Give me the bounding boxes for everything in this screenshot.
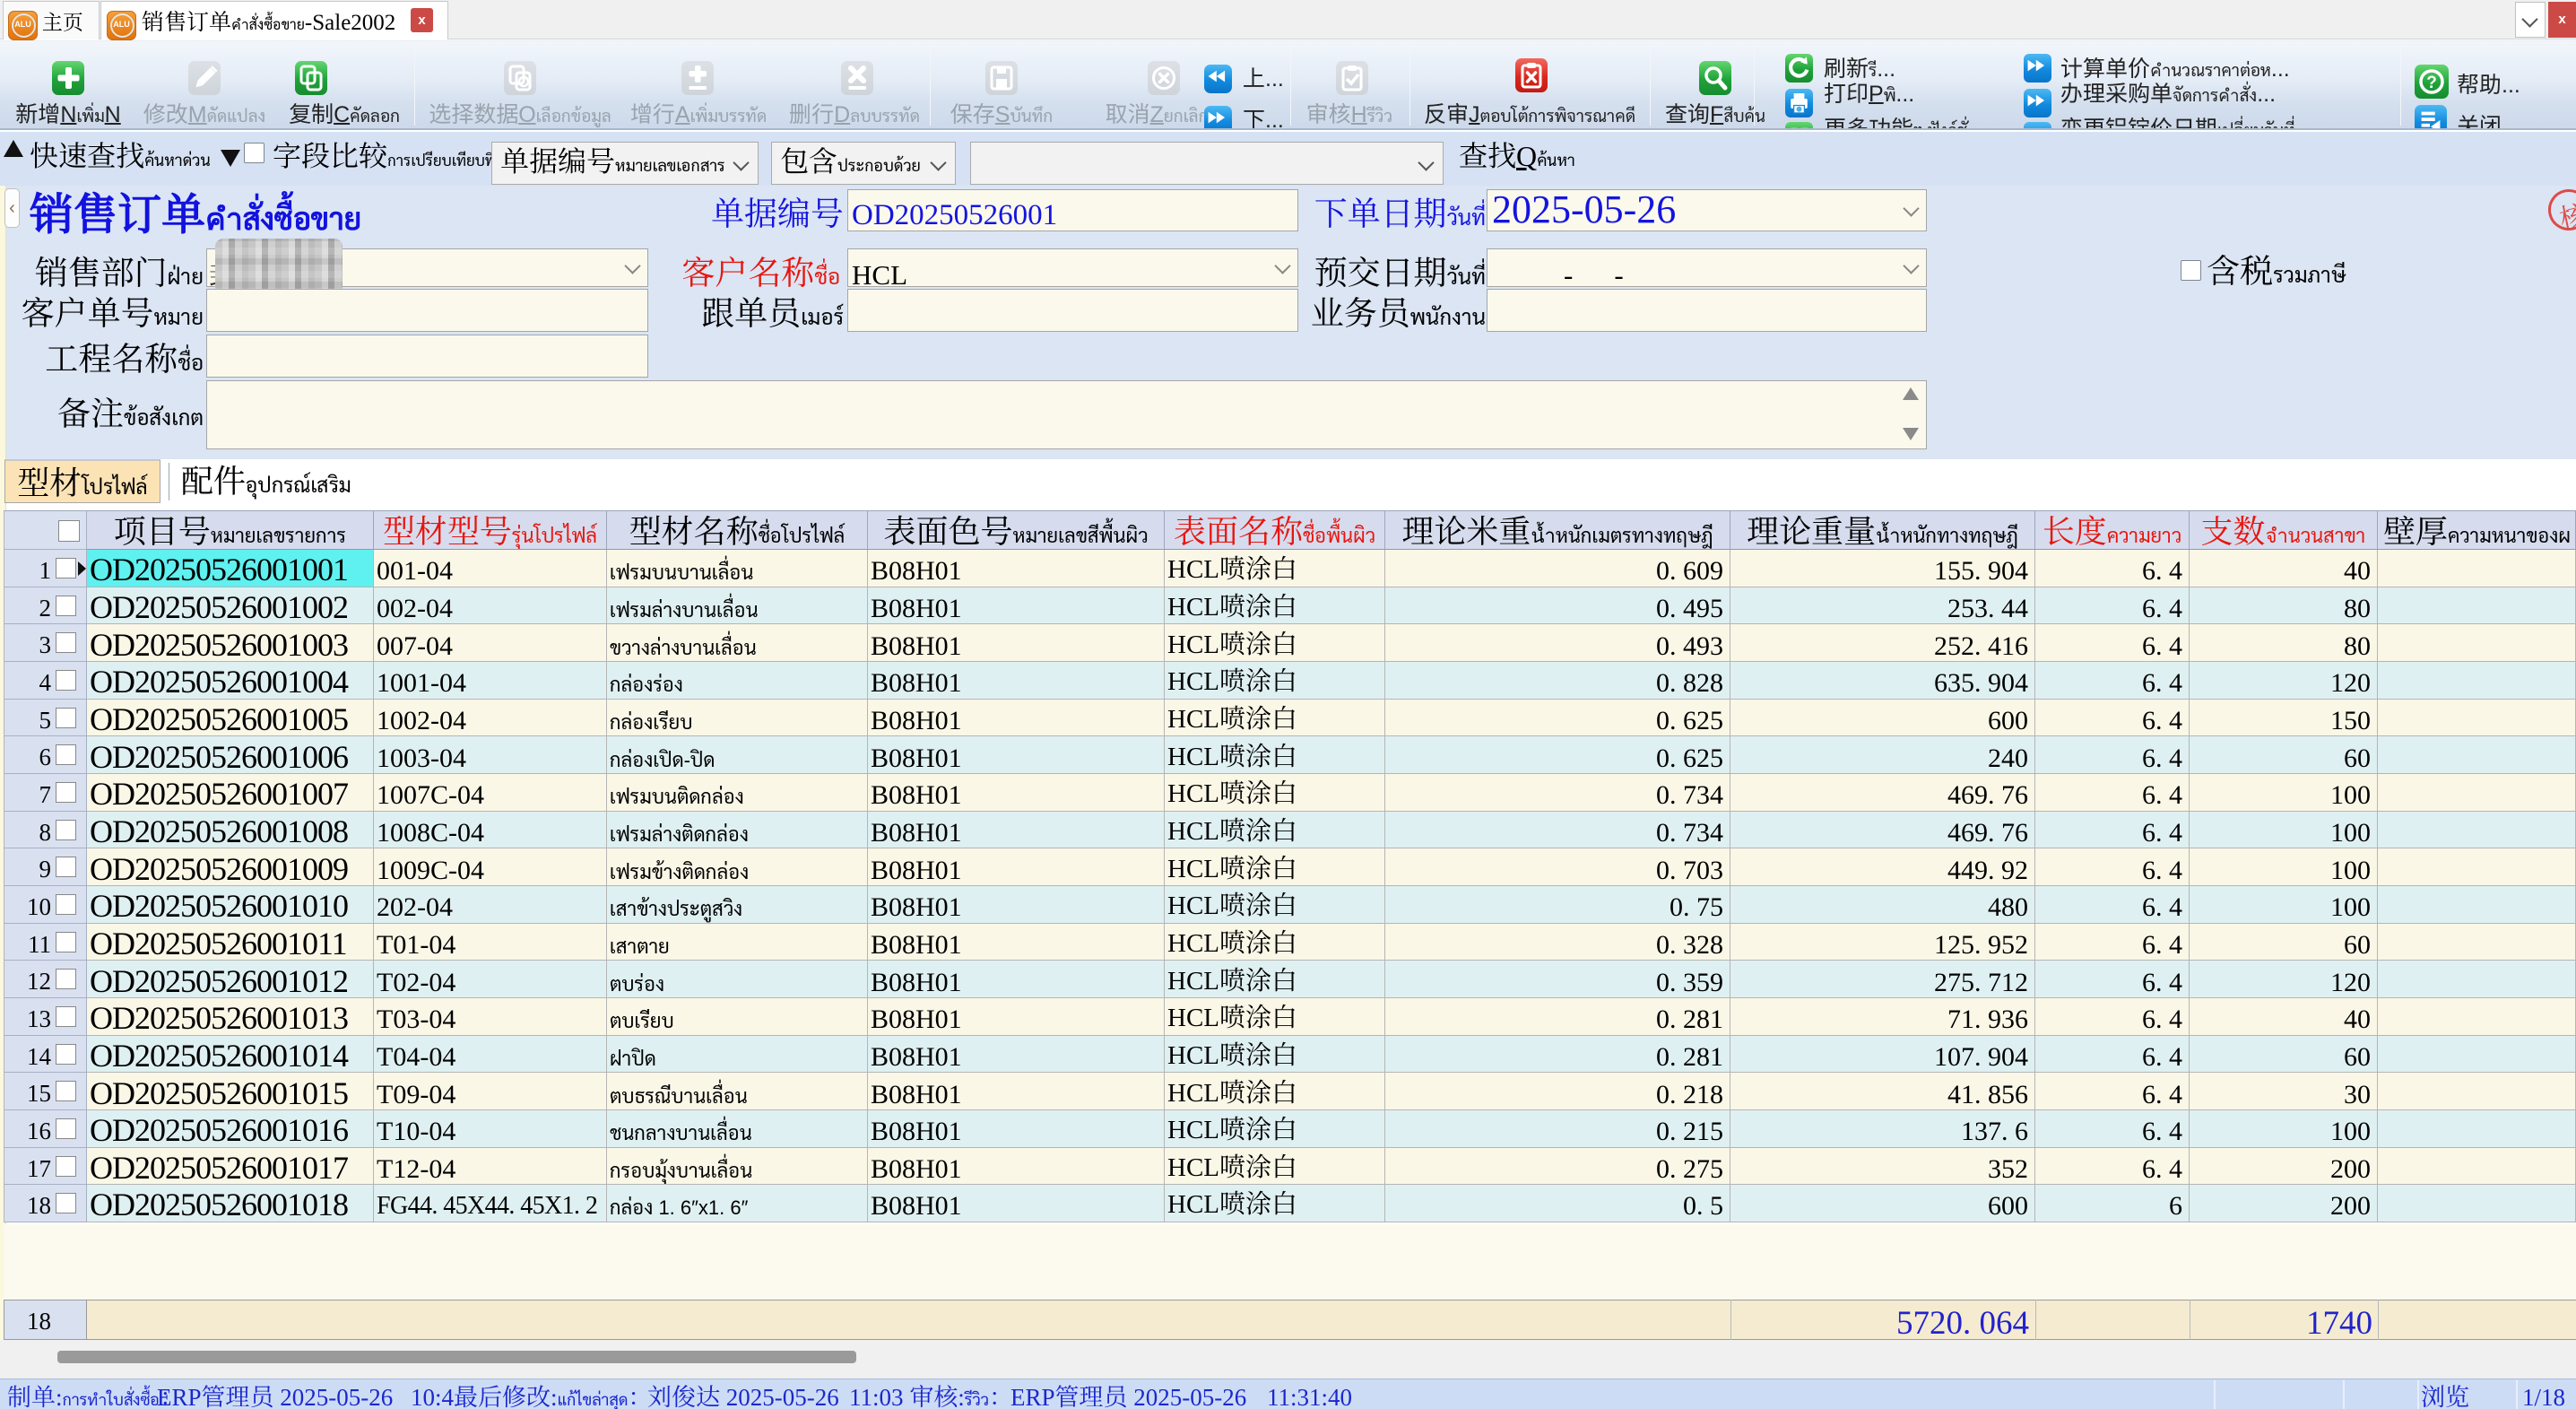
svg-text:?: ? xyxy=(2426,74,2437,92)
